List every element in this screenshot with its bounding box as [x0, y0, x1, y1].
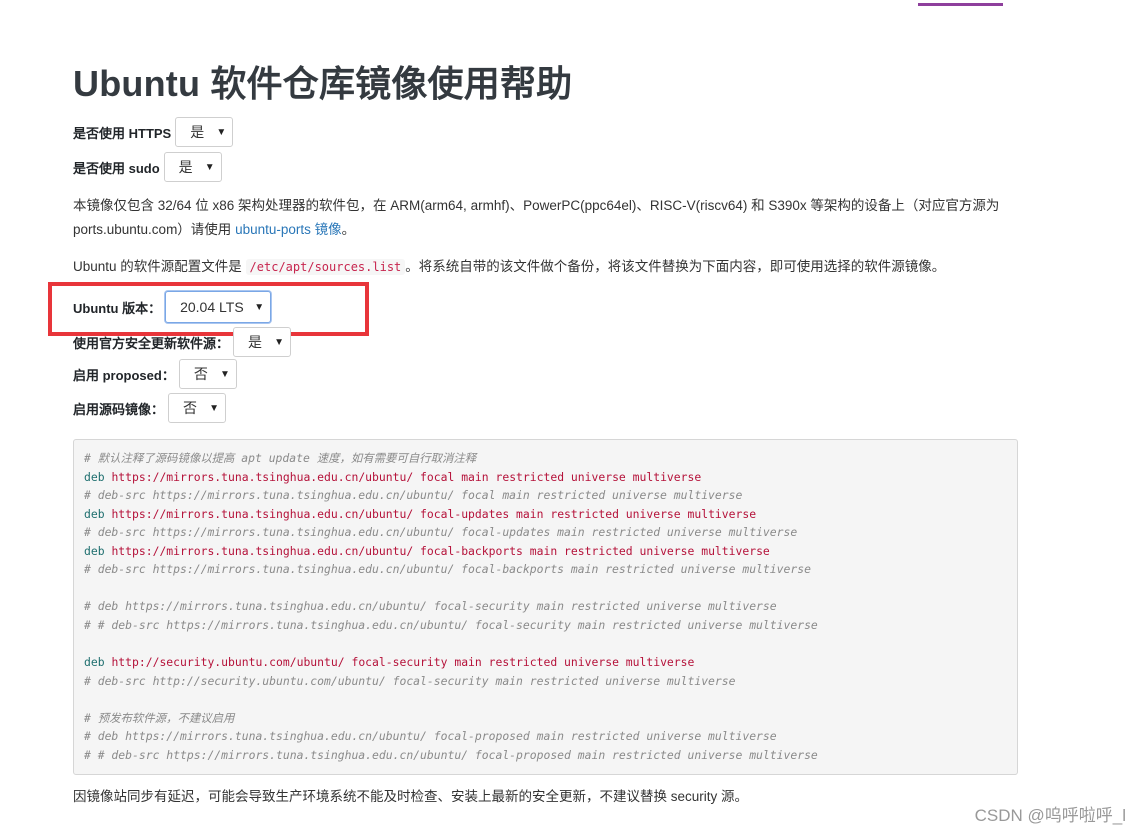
active-nav-indicator [918, 3, 1003, 6]
source-select-value: 否 [183, 400, 198, 416]
code-comment: # deb https://mirrors.tuna.tsinghua.edu.… [84, 599, 777, 614]
code-url: https://mirrors.tuna.tsinghua.edu.cn/ubu… [111, 506, 414, 521]
code-comment: # # deb-src https://mirrors.tuna.tsinghu… [84, 617, 818, 632]
chevron-down-icon: ▼ [209, 402, 220, 414]
sudo-select-value: 是 [178, 159, 193, 175]
code-line: # deb https://mirrors.tuna.tsinghua.edu.… [84, 597, 1007, 616]
code-line: # deb-src https://mirrors.tuna.tsinghua.… [84, 486, 1007, 505]
code-line: # deb https://mirrors.tuna.tsinghua.edu.… [84, 727, 1007, 746]
code-suite: focal-backports main restricted universe… [420, 543, 770, 558]
code-line: deb https://mirrors.tuna.tsinghua.edu.cn… [84, 505, 1007, 524]
code-comment: # # deb-src https://mirrors.tuna.tsinghu… [84, 747, 818, 762]
code-comment: # deb-src https://mirrors.tuna.tsinghua.… [84, 525, 798, 540]
sudo-label: 是否使用 sudo [73, 160, 160, 176]
sudo-select[interactable]: 是 ▼ [163, 152, 222, 182]
config-paragraph: Ubuntu 的软件源配置文件是 /etc/apt/sources.list 。将… [73, 255, 1018, 279]
code-line: # # deb-src https://mirrors.tuna.tsinghu… [84, 746, 1007, 765]
https-select[interactable]: 是 ▼ [175, 117, 234, 147]
code-comment: # deb-src https://mirrors.tuna.tsinghua.… [84, 562, 811, 577]
code-comment: # 默认注释了源码镜像以提高 apt update 速度，如有需要可自行取消注释 [84, 451, 477, 465]
code-line: # deb-src http://security.ubuntu.com/ubu… [84, 672, 1007, 691]
option-proposed: 启用 proposed： 否 ▼ [73, 359, 237, 389]
code-url: https://mirrors.tuna.tsinghua.edu.cn/ubu… [111, 543, 414, 558]
option-security: 使用官方安全更新软件源： 是 ▼ [73, 327, 292, 357]
source-select[interactable]: 否 ▼ [168, 393, 227, 423]
sources-list-path: /etc/apt/sources.list [245, 259, 406, 275]
config-text-before: Ubuntu 的软件源配置文件是 [73, 259, 246, 274]
code-comment: # deb https://mirrors.tuna.tsinghua.edu.… [84, 729, 777, 744]
security-label: 使用官方安全更新软件源： [73, 335, 230, 351]
code-suite: focal-security main restricted universe … [351, 655, 695, 670]
intro-end: 。 [341, 222, 356, 237]
code-suite: focal main restricted universe multivers… [420, 469, 702, 484]
code-comment: # 预发布软件源，不建议启用 [84, 710, 235, 725]
code-line: deb https://mirrors.tuna.tsinghua.edu.cn… [84, 468, 1007, 487]
security-select-value: 是 [248, 334, 263, 350]
option-source: 启用源码镜像： 否 ▼ [73, 393, 227, 423]
code-line: # 默认注释了源码镜像以提高 apt update 速度，如有需要可自行取消注释 [84, 449, 1007, 468]
sources-list-code-block[interactable]: # 默认注释了源码镜像以提高 apt update 速度，如有需要可自行取消注释… [73, 439, 1018, 775]
option-https: 是否使用 HTTPS 是 ▼ [73, 117, 234, 147]
code-url: https://mirrors.tuna.tsinghua.edu.cn/ubu… [111, 469, 414, 484]
https-label: 是否使用 HTTPS [73, 125, 172, 141]
code-line: # 预发布软件源，不建议启用 [84, 709, 1007, 728]
csdn-watermark: CSDN @呜呼啦呼_l [974, 806, 1126, 825]
config-text-after: 。将系统自带的该文件做个备份，将该文件替换为下面内容，即可使用选择的软件源镜像。 [405, 259, 946, 274]
https-select-value: 是 [190, 124, 205, 140]
code-line: deb http://security.ubuntu.com/ubuntu/ f… [84, 653, 1007, 672]
code-url: http://security.ubuntu.com/ubuntu/ [111, 655, 345, 670]
proposed-label: 启用 proposed： [73, 367, 175, 383]
chevron-down-icon: ▼ [219, 368, 230, 380]
proposed-select-value: 否 [193, 366, 208, 382]
security-select[interactable]: 是 ▼ [233, 327, 292, 357]
code-line: deb https://mirrors.tuna.tsinghua.edu.cn… [84, 542, 1007, 561]
code-line: # deb-src https://mirrors.tuna.tsinghua.… [84, 560, 1007, 579]
code-suite: focal-updates main restricted universe m… [420, 506, 757, 521]
code-keyword: deb [84, 506, 105, 521]
intro-text: 本镜像仅包含 32/64 位 x86 架构处理器的软件包，在 ARM(arm64… [73, 198, 1000, 237]
code-keyword: deb [84, 655, 105, 670]
intro-paragraph: 本镜像仅包含 32/64 位 x86 架构处理器的软件包，在 ARM(arm64… [73, 194, 1018, 242]
chevron-down-icon: ▼ [274, 336, 285, 348]
code-line: # # deb-src https://mirrors.tuna.tsinghu… [84, 616, 1007, 635]
ubuntu-ports-link[interactable]: ubuntu-ports 镜像 [235, 222, 342, 237]
code-line: # deb-src https://mirrors.tuna.tsinghua.… [84, 523, 1007, 542]
chevron-down-icon: ▼ [204, 161, 215, 173]
code-comment: # deb-src https://mirrors.tuna.tsinghua.… [84, 488, 743, 503]
security-note: 因镜像站同步有延迟，可能会导致生产环境系统不能及时检查、安装上最新的安全更新，不… [73, 789, 749, 804]
proposed-select[interactable]: 否 ▼ [178, 359, 237, 389]
chevron-down-icon: ▼ [216, 126, 227, 138]
code-keyword: deb [84, 543, 105, 558]
page-title: Ubuntu 软件仓库镜像使用帮助 [73, 63, 573, 104]
option-sudo: 是否使用 sudo 是 ▼ [73, 152, 222, 182]
code-keyword: deb [84, 469, 105, 484]
source-label: 启用源码镜像： [73, 401, 165, 417]
code-comment: # deb-src http://security.ubuntu.com/ubu… [84, 673, 736, 688]
